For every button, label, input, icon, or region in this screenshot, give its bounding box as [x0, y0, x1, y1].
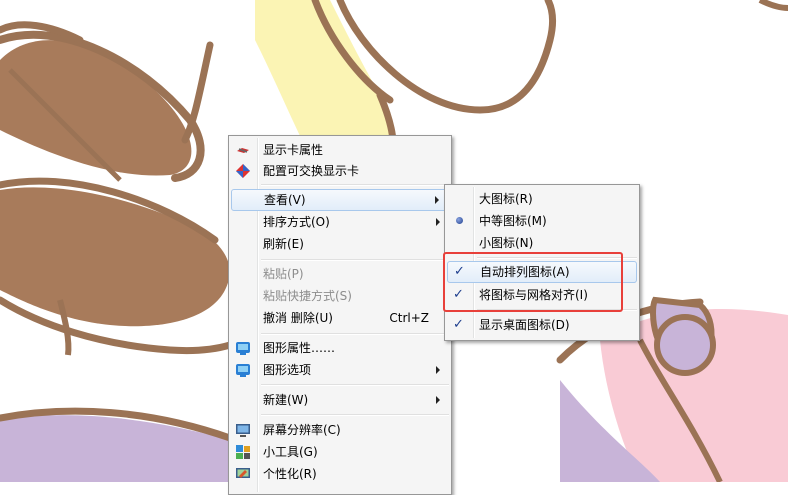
desktop-context-menu: 显示卡属性 配置可交换显示卡 查看(V) 排序方式(O) 刷新(E) 粘贴(P)… — [228, 135, 452, 495]
menu-item-undo-delete[interactable]: 撤消 删除(U) Ctrl+Z — [231, 307, 449, 329]
menu-item-label: 显示卡属性 — [263, 143, 324, 157]
menu-item-new[interactable]: 新建(W) — [231, 389, 449, 411]
menu-item-graphics-options[interactable]: 图形选项 — [231, 359, 449, 381]
menu-item-shortcut: Ctrl+Z — [389, 311, 429, 325]
menu-separator — [261, 184, 449, 186]
menu-item-switchable-graphics[interactable]: 配置可交换显示卡 — [231, 160, 449, 182]
menu-item-label: 粘贴快捷方式(S) — [263, 289, 352, 303]
menu-item-label: 配置可交换显示卡 — [263, 164, 360, 178]
graphics-card-icon — [237, 148, 249, 153]
annotation-highlight-box — [443, 252, 623, 312]
menu-item-paste-shortcut[interactable]: 粘贴快捷方式(S) — [231, 285, 449, 307]
menu-item-graphics-properties[interactable]: 图形属性…… — [231, 337, 449, 359]
submenu-arrow-icon — [436, 396, 440, 404]
menu-item-label: 查看(V) — [264, 193, 306, 207]
submenu-arrow-icon — [436, 366, 440, 374]
menu-item-sort-by[interactable]: 排序方式(O) — [231, 211, 449, 233]
submenu-arrow-icon — [435, 196, 439, 204]
menu-item-label: 新建(W) — [263, 393, 309, 407]
submenu-item-large-icons[interactable]: 大图标(R) — [447, 188, 637, 210]
intel-graphics-icon — [236, 364, 250, 377]
checkmark-icon: ✓ — [453, 317, 464, 332]
menu-item-paste[interactable]: 粘贴(P) — [231, 263, 449, 285]
menu-item-refresh[interactable]: 刷新(E) — [231, 233, 449, 255]
submenu-item-medium-icons[interactable]: 中等图标(M) — [447, 210, 637, 232]
menu-item-label: 图形选项 — [263, 363, 312, 377]
menu-item-label: 中等图标(M) — [479, 214, 547, 228]
menu-item-label: 显示桌面图标(D) — [479, 318, 570, 332]
gadgets-icon — [236, 445, 250, 459]
menu-item-label: 小图标(N) — [479, 236, 534, 250]
screen-resolution-icon — [236, 424, 250, 437]
menu-item-label: 屏幕分辨率(C) — [263, 423, 341, 437]
menu-item-screen-resolution[interactable]: 屏幕分辨率(C) — [231, 419, 449, 441]
menu-item-label: 小工具(G) — [263, 445, 318, 459]
menu-item-label: 排序方式(O) — [263, 215, 330, 229]
menu-separator — [261, 384, 449, 386]
intel-graphics-icon — [236, 342, 250, 355]
menu-item-label: 撤消 删除(U) — [263, 311, 333, 325]
switchable-graphics-icon — [236, 164, 250, 178]
menu-separator — [261, 333, 449, 335]
submenu-item-small-icons[interactable]: 小图标(N) — [447, 232, 637, 254]
menu-item-label: 大图标(R) — [479, 192, 533, 206]
menu-item-label: 图形属性…… — [263, 341, 336, 355]
menu-separator — [261, 259, 449, 261]
menu-item-gadgets[interactable]: 小工具(G) — [231, 441, 449, 463]
menu-separator — [261, 414, 449, 416]
menu-item-view[interactable]: 查看(V) — [231, 189, 449, 211]
personalize-icon — [236, 468, 250, 478]
menu-item-graphics-card-properties[interactable]: 显示卡属性 — [231, 139, 449, 161]
submenu-item-show-desktop-icons[interactable]: ✓ 显示桌面图标(D) — [447, 314, 637, 336]
submenu-arrow-icon — [436, 218, 440, 226]
menu-item-label: 粘贴(P) — [263, 267, 304, 281]
menu-item-label: 刷新(E) — [263, 237, 304, 251]
radio-selected-icon — [456, 217, 463, 224]
